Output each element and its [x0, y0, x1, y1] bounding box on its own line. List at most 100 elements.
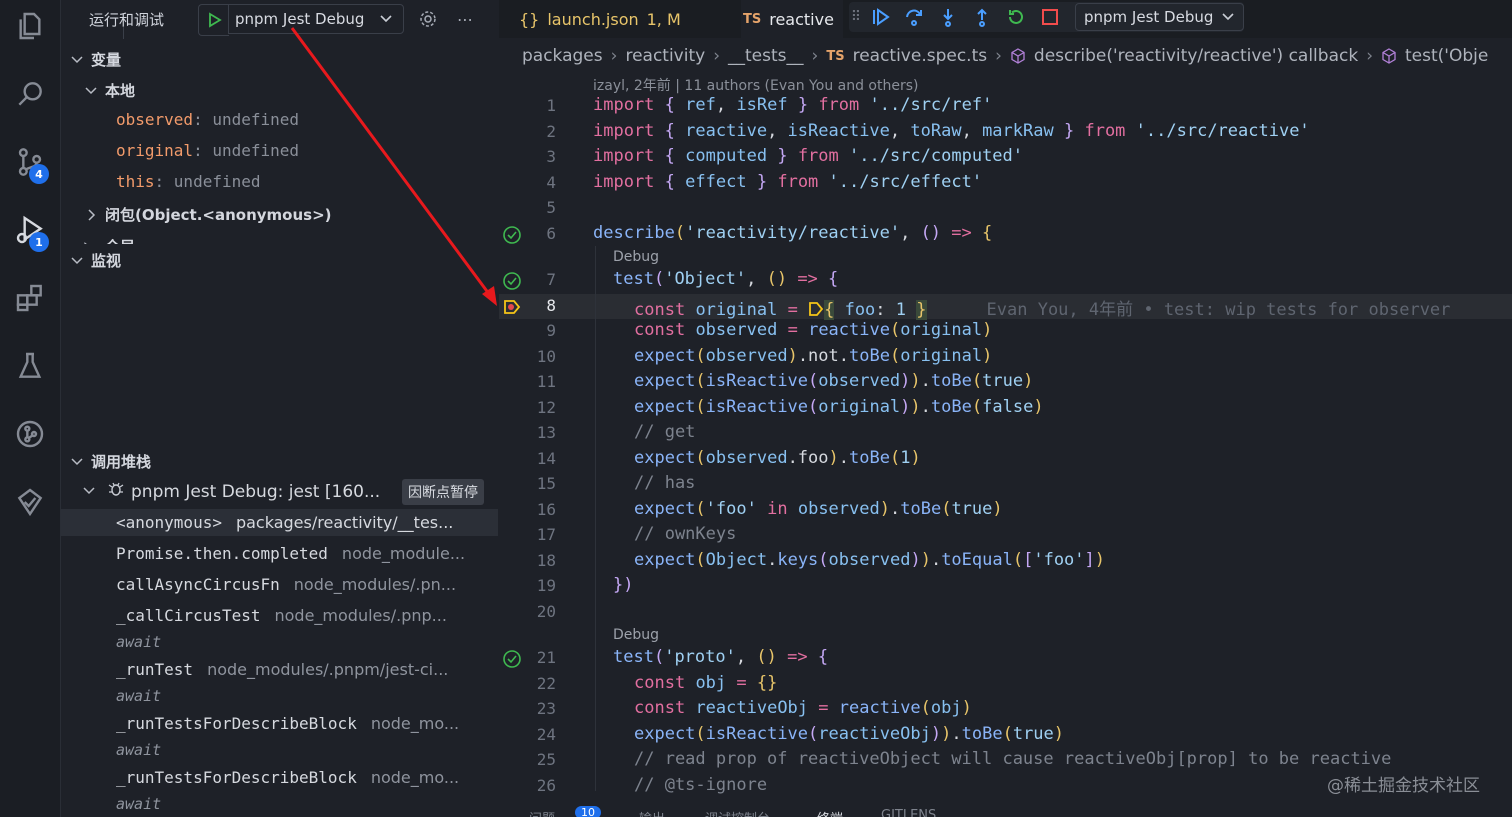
- more-actions-icon[interactable]: ⋯: [454, 8, 476, 30]
- code-line[interactable]: 2 import { reactive, isReactive, toRaw, …: [499, 120, 1512, 145]
- code-line[interactable]: 25 // read prop of reactiveObject will c…: [499, 748, 1512, 773]
- stack-frame[interactable]: _callCircusTest node_modules/.pnp...: [61, 602, 498, 629]
- drag-handle-icon[interactable]: ⠿: [849, 9, 863, 25]
- inline-blame[interactable]: Evan You, 4年前 • test: wip tests for obse…: [987, 300, 1451, 320]
- file-blame-header[interactable]: izayl, 2年前 | 11 authors (Evan You and ot…: [593, 75, 918, 95]
- code-line[interactable]: 3 import { computed } from '../src/compu…: [499, 145, 1512, 170]
- debug-session-item[interactable]: pnpm Jest Debug: jest [160...: [83, 480, 380, 503]
- watch-section-header[interactable]: 监视: [69, 250, 121, 271]
- tab-launch-json[interactable]: {} launch.json 1, M: [519, 0, 681, 38]
- code-text: // @ts-ignore: [634, 775, 768, 795]
- stop-icon: [1042, 9, 1058, 25]
- debug-session-select[interactable]: pnpm Jest Debug: [1075, 3, 1245, 31]
- code-line[interactable]: 16 expect('foo' in observed).toBe(true): [499, 498, 1512, 523]
- tab-gitlens[interactable]: GITLENS: [881, 808, 936, 817]
- code-line[interactable]: 9 const observed = reactive(original): [499, 319, 1512, 344]
- code-line[interactable]: 21 test('proto', () => {: [499, 646, 1512, 671]
- frame-function: Promise.then.completed: [116, 544, 328, 563]
- breadcrumb-item[interactable]: packages: [522, 46, 603, 66]
- stack-frame[interactable]: _runTest node_modules/.pnpm/jest-ci...: [61, 656, 498, 683]
- stack-frame[interactable]: <anonymous> packages/reactivity/__tes...: [61, 509, 498, 536]
- code-line[interactable]: 15 // has: [499, 472, 1512, 497]
- code-text: // has: [634, 473, 696, 493]
- frame-path: node_module...: [341, 544, 466, 563]
- stop-button[interactable]: [1033, 2, 1067, 32]
- variable-observed[interactable]: observed: undefined: [116, 110, 299, 129]
- code-line[interactable]: 24 expect(isReactive(reactiveObj)).toBe(…: [499, 723, 1512, 748]
- chevron-down-icon: [69, 253, 85, 269]
- inline-breakpoint-icon[interactable]: [808, 301, 824, 317]
- chevron-down-icon: [83, 482, 97, 502]
- tab-terminal[interactable]: 终端: [817, 808, 843, 817]
- settings-gear-icon[interactable]: [417, 8, 439, 30]
- current-execution-line[interactable]: 8 const original = { foo: 1 } Evan You, 4…: [499, 294, 1512, 320]
- global-scope-header[interactable]: › 全局: [83, 236, 135, 244]
- step-out-button[interactable]: [965, 2, 999, 32]
- local-scope-header[interactable]: 本地: [83, 80, 135, 101]
- search-icon[interactable]: [10, 74, 50, 114]
- chevron-right-icon: ›: [83, 236, 105, 244]
- stack-frame[interactable]: _runTestsForDescribeBlock node_mo...: [61, 710, 498, 737]
- code-line[interactable]: 13 // get: [499, 421, 1512, 446]
- step-over-button[interactable]: [897, 2, 931, 32]
- code-line[interactable]: 12 expect(isReactive(original)).toBe(fal…: [499, 396, 1512, 421]
- variable-original[interactable]: original: undefined: [116, 141, 299, 160]
- code-line[interactable]: 18 expect(Object.keys(observed)).toEqual…: [499, 549, 1512, 574]
- variables-section-header[interactable]: 变量: [69, 49, 121, 70]
- code-line[interactable]: 4 import { effect } from '../src/effect': [499, 171, 1512, 196]
- stack-frame[interactable]: callAsyncCircusFn node_modules/.pn...: [61, 571, 498, 598]
- code-line[interactable]: 1 import { ref, isRef } from '../src/ref…: [499, 94, 1512, 119]
- breadcrumb: packages › reactivity › __tests__ › TS r…: [522, 46, 1488, 66]
- play-icon: [209, 12, 222, 28]
- debug-config-select[interactable]: pnpm Jest Debug: [228, 4, 404, 34]
- stack-frame[interactable]: _runTestsForDescribeBlock node_mo...: [61, 764, 498, 791]
- explorer-icon[interactable]: [10, 6, 50, 46]
- tab-problems[interactable]: 问题: [529, 808, 555, 817]
- frame-path: node_modules/.pn...: [293, 575, 457, 594]
- code-line[interactable]: 19 }): [499, 574, 1512, 599]
- test-passed-icon[interactable]: [502, 225, 522, 245]
- code-line[interactable]: 14 expect(observed.foo).toBe(1): [499, 447, 1512, 472]
- breadcrumb-file[interactable]: reactive.spec.ts: [853, 46, 988, 66]
- tab-output[interactable]: 输出: [639, 808, 665, 817]
- breakpoint-paused-icon[interactable]: [502, 297, 522, 317]
- symbol-method-icon: [1011, 48, 1025, 64]
- chevron-right-icon: ›: [995, 46, 1002, 66]
- debug-codelens[interactable]: Debug: [613, 627, 659, 643]
- breadcrumb-describe[interactable]: describe('reactivity/reactive') callback: [1034, 46, 1358, 66]
- code-line[interactable]: 7 test('Object', () => {: [499, 268, 1512, 293]
- panel-tabs: 问题 10 输出 调试控制台 终端 GITLENS: [499, 804, 1512, 817]
- code-line[interactable]: 11 expect(isReactive(observed)).toBe(tru…: [499, 370, 1512, 395]
- code-line[interactable]: 5: [499, 196, 1512, 221]
- code-line[interactable]: 20: [499, 600, 1512, 625]
- continue-button[interactable]: [863, 2, 897, 32]
- remote-explorer-icon[interactable]: [10, 482, 50, 522]
- variable-this[interactable]: this: undefined: [116, 172, 261, 191]
- debug-badge: 1: [29, 232, 49, 252]
- step-into-button[interactable]: [931, 2, 965, 32]
- tab-reactive-spec[interactable]: TS reactive: [741, 0, 843, 38]
- debug-codelens[interactable]: Debug: [613, 249, 659, 265]
- code-line[interactable]: 17 // ownKeys: [499, 523, 1512, 548]
- variable-name: observed: [116, 110, 194, 129]
- watermark: @稀土掘金技术社区: [1327, 776, 1480, 796]
- testing-icon[interactable]: [10, 346, 50, 386]
- git-graph-icon[interactable]: [10, 414, 50, 454]
- start-debugging-button[interactable]: [198, 4, 229, 36]
- extensions-icon[interactable]: [10, 278, 50, 318]
- await-separator: await: [116, 687, 162, 705]
- closure-scope-header[interactable]: 闭包(Object.<anonymous>): [83, 204, 332, 225]
- stack-frame[interactable]: Promise.then.completed node_module...: [61, 540, 498, 567]
- code-line[interactable]: 10 expect(observed).not.toBe(original): [499, 345, 1512, 370]
- restart-button[interactable]: [999, 2, 1033, 32]
- breadcrumb-item[interactable]: __tests__: [728, 46, 804, 66]
- code-line[interactable]: 22 const obj = {}: [499, 672, 1512, 697]
- test-passed-icon[interactable]: [502, 271, 522, 291]
- code-line[interactable]: 23 const reactiveObj = reactive(obj): [499, 697, 1512, 722]
- breadcrumb-item[interactable]: reactivity: [625, 46, 705, 66]
- breadcrumb-test[interactable]: test('Obje: [1405, 46, 1488, 66]
- callstack-section-header[interactable]: 调用堆栈: [69, 451, 151, 472]
- test-passed-icon[interactable]: [502, 649, 522, 669]
- code-line[interactable]: 6 describe('reactivity/reactive', () => …: [499, 222, 1512, 247]
- tab-debug-console[interactable]: 调试控制台: [705, 808, 770, 817]
